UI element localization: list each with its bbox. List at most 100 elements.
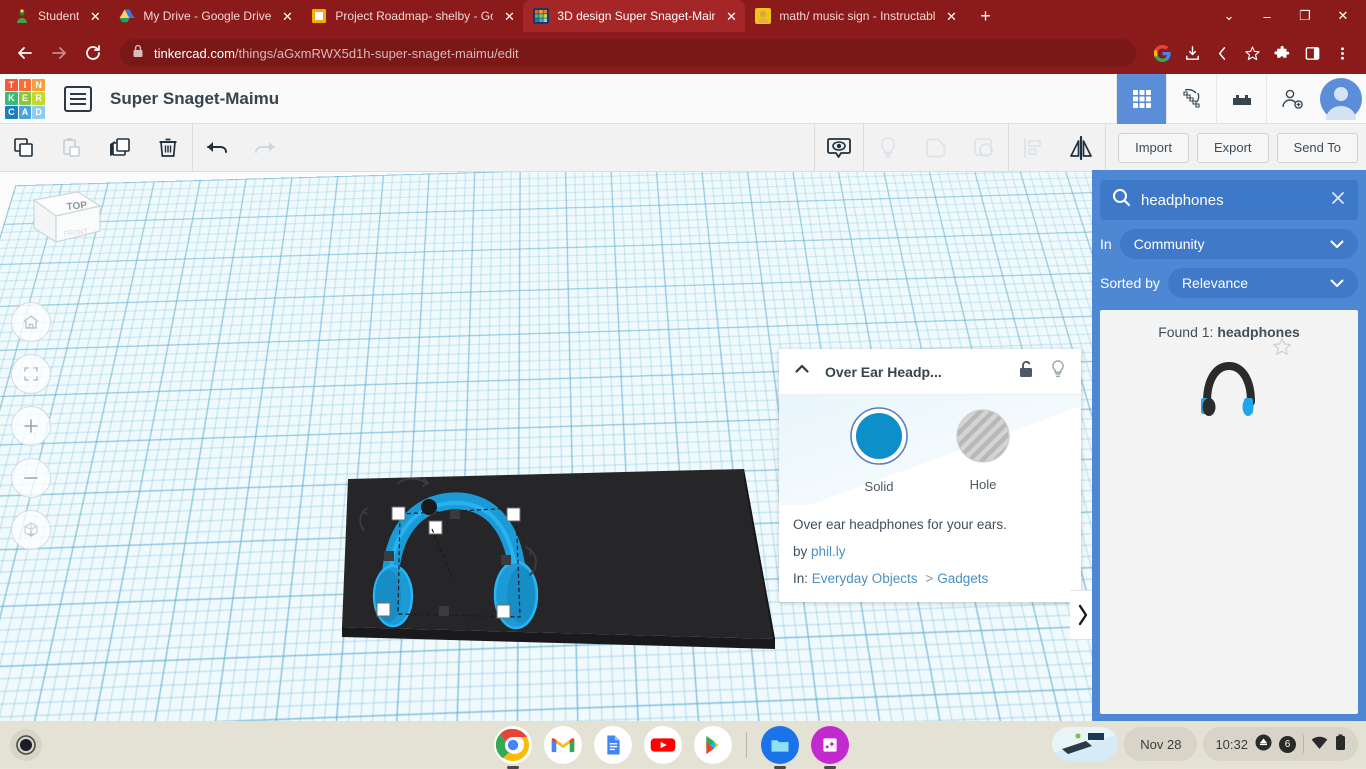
- group-icon[interactable]: [912, 124, 960, 172]
- youtube-icon[interactable]: [644, 726, 682, 764]
- sorted-label: Sorted by: [1100, 275, 1160, 291]
- paste-icon[interactable]: [48, 124, 96, 172]
- tab-close-button[interactable]: ✕: [501, 8, 517, 24]
- shape-type-selector: Solid Hole: [779, 395, 1081, 505]
- browser-tab-tinkercad[interactable]: 3D design Super Snaget-Maim ✕: [523, 0, 746, 32]
- author-prefix: by: [793, 544, 812, 559]
- backup-sync-icon: [1255, 734, 1272, 754]
- light-bulb-icon[interactable]: [1049, 359, 1067, 384]
- hole-option[interactable]: Hole: [955, 408, 1011, 492]
- tab-close-button[interactable]: ✕: [723, 8, 739, 24]
- tab-title: Student: [38, 9, 80, 23]
- chevron-down-icon: [1330, 275, 1344, 291]
- design-object-slab[interactable]: [340, 467, 790, 662]
- share-icon[interactable]: [1208, 39, 1236, 67]
- export-button[interactable]: Export: [1196, 132, 1269, 163]
- design-title[interactable]: Super Snaget-Maimu: [110, 89, 279, 109]
- close-icon[interactable]: [1330, 190, 1346, 211]
- browser-tab-instructables[interactable]: math/ music sign - Instructabl ✕: [745, 0, 966, 32]
- shape-description: Over ear headphones for your ears.: [793, 517, 1007, 532]
- chrome-icon[interactable]: [494, 726, 532, 769]
- delete-trash-icon[interactable]: [144, 124, 192, 172]
- logo-tile-t: T: [5, 78, 18, 92]
- in-select[interactable]: Community: [1119, 229, 1358, 259]
- home-view-icon[interactable]: [11, 302, 51, 342]
- category-link-1[interactable]: Everyday Objects: [812, 571, 918, 586]
- zoom-out-icon[interactable]: [11, 458, 51, 498]
- tab-list-button[interactable]: ⌄: [1210, 1, 1248, 31]
- gallery-icon[interactable]: [811, 726, 849, 769]
- duplicate-icon[interactable]: [96, 124, 144, 172]
- chevron-up-icon[interactable]: [793, 360, 811, 383]
- menu-line: [70, 92, 86, 95]
- browser-tab-my-drive[interactable]: My Drive - Google Drive ✕: [109, 0, 303, 32]
- search-result-item[interactable]: [1189, 337, 1291, 430]
- logo-tile-n: N: [32, 78, 45, 92]
- star-outline-icon[interactable]: [1271, 336, 1293, 363]
- align-icon[interactable]: [1009, 124, 1057, 172]
- tab-close-button[interactable]: ✕: [279, 8, 295, 24]
- shape-properties-panel: Over Ear Headp... Solid Hole Over ear he…: [779, 349, 1081, 602]
- bookmark-star-icon[interactable]: [1238, 39, 1266, 67]
- mirror-flip-icon[interactable]: [1057, 124, 1105, 172]
- search-bar[interactable]: headphones: [1100, 180, 1358, 220]
- show-hide-eye-icon[interactable]: [815, 124, 863, 172]
- browser-tab-project-roadmap[interactable]: Project Roadmap- shelby - Goo ✕: [301, 0, 525, 32]
- user-avatar[interactable]: [1316, 74, 1366, 124]
- shape-author-line: by phil.ly: [793, 544, 1067, 559]
- add-person-icon[interactable]: [1266, 73, 1316, 124]
- browser-tab-student[interactable]: Student ✕: [4, 0, 111, 32]
- window-close-button[interactable]: ✕: [1324, 1, 1362, 31]
- undo-icon[interactable]: [193, 124, 241, 172]
- results-prefix: Found 1:: [1158, 324, 1218, 340]
- codeblocks-pickaxe-icon[interactable]: [1166, 73, 1216, 124]
- side-panel-icon[interactable]: [1298, 39, 1326, 67]
- import-button[interactable]: Import: [1118, 132, 1189, 163]
- solid-option[interactable]: Solid: [849, 406, 909, 494]
- blocks-grid-icon[interactable]: [1116, 73, 1166, 124]
- logo-tile-i: I: [18, 78, 32, 92]
- url-path: /things/aGxmRWX5d1h-super-snaget-maimu/e…: [234, 45, 519, 61]
- new-tab-button[interactable]: +: [971, 2, 999, 30]
- address-bar[interactable]: tinkercad.com/things/aGxmRWX5d1h-super-s…: [120, 39, 1136, 67]
- tab-close-button[interactable]: ✕: [87, 8, 103, 24]
- status-tray[interactable]: 10:32 6: [1203, 727, 1358, 761]
- gmail-icon[interactable]: [544, 726, 582, 764]
- extensions-puzzle-icon[interactable]: [1268, 39, 1296, 67]
- google-account-icon[interactable]: [1148, 39, 1176, 67]
- reload-button[interactable]: [78, 38, 108, 68]
- forward-button[interactable]: [44, 38, 74, 68]
- back-button[interactable]: [10, 38, 40, 68]
- minimize-button[interactable]: –: [1248, 1, 1286, 31]
- zoom-in-icon[interactable]: [11, 406, 51, 446]
- google-docs-icon[interactable]: [594, 726, 632, 764]
- chrome-menu-icon[interactable]: [1328, 39, 1356, 67]
- date-display[interactable]: Nov 28: [1124, 727, 1198, 761]
- headphones-thumbnail: [1201, 361, 1255, 416]
- maximize-button[interactable]: ❐: [1286, 1, 1324, 31]
- tinkercad-logo[interactable]: T I N K E R C A D: [0, 74, 50, 124]
- send-to-button[interactable]: Send To: [1276, 132, 1358, 163]
- logo-tile-a: A: [18, 105, 32, 119]
- install-icon[interactable]: [1178, 39, 1206, 67]
- author-link[interactable]: phil.ly: [811, 544, 846, 559]
- category-separator: >: [925, 571, 934, 586]
- brick-icon[interactable]: [1216, 73, 1266, 124]
- fit-to-view-icon[interactable]: [11, 354, 51, 394]
- view-cube[interactable]: TOP FRONT: [20, 186, 106, 266]
- ungroup-icon[interactable]: [960, 124, 1008, 172]
- redo-icon[interactable]: [241, 124, 289, 172]
- ortho-perspective-icon[interactable]: [11, 510, 51, 550]
- unlock-icon[interactable]: [1017, 359, 1035, 384]
- files-icon[interactable]: [761, 726, 799, 769]
- window-preview-thumbnail[interactable]: [1052, 727, 1119, 761]
- light-bulb-icon[interactable]: [864, 124, 912, 172]
- launcher-circle-icon[interactable]: [10, 729, 42, 761]
- play-store-icon[interactable]: [694, 726, 732, 764]
- sorted-select[interactable]: Relevance: [1167, 268, 1358, 298]
- search-input[interactable]: headphones: [1141, 192, 1320, 209]
- tab-close-button[interactable]: ✕: [943, 8, 959, 24]
- copy-icon[interactable]: [0, 124, 48, 172]
- list-menu-icon[interactable]: [64, 85, 92, 112]
- category-link-2[interactable]: Gadgets: [937, 571, 988, 586]
